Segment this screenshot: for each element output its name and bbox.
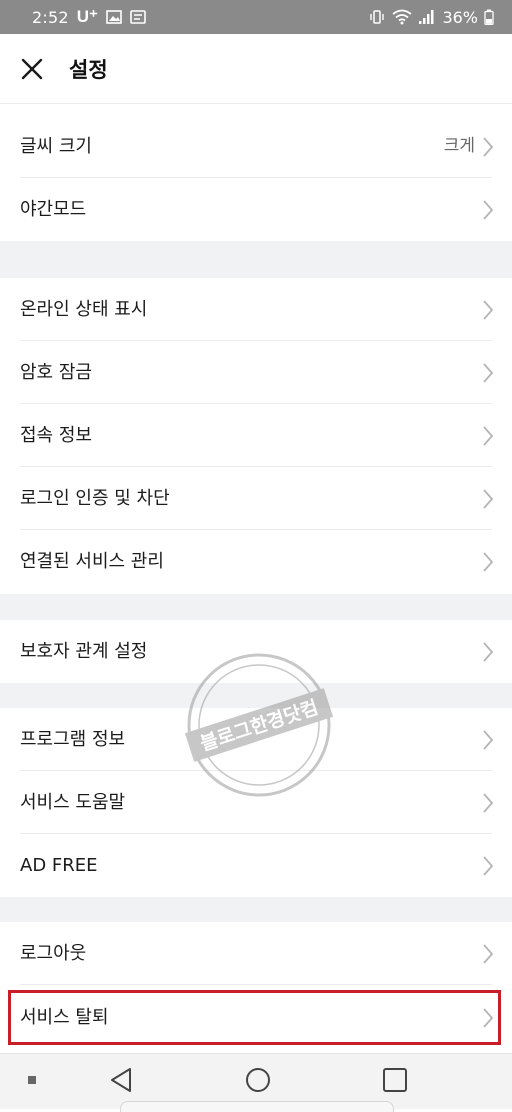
chevron-right-icon (483, 300, 494, 320)
page-title: 설정 (69, 57, 108, 82)
signal-icon (418, 9, 436, 25)
close-icon (21, 58, 43, 79)
gesture-handle (120, 1101, 394, 1112)
battery-icon (484, 9, 494, 25)
chevron-right-icon (483, 1008, 494, 1028)
row-label: 야간모드 (20, 199, 87, 220)
chevron-right-icon (483, 730, 494, 750)
settings-row-online-status[interactable]: 온라인 상태 표시 (0, 278, 512, 341)
status-bar-right: 36% (368, 8, 494, 27)
row-divider (20, 984, 492, 985)
row-label: 로그인 인증 및 차단 (20, 488, 170, 509)
system-nav-bar (0, 1053, 512, 1112)
section-gap (0, 683, 512, 708)
settings-row-font-size[interactable]: 글씨 크기 크게 (0, 115, 512, 178)
message-notification-icon (130, 10, 146, 24)
row-label: AD FREE (20, 855, 98, 876)
row-label: 서비스 탈퇴 (20, 1007, 109, 1028)
chevron-right-icon (483, 426, 494, 446)
chevron-right-icon (483, 944, 494, 964)
chevron-right-icon (483, 137, 494, 157)
settings-row-access-info[interactable]: 접속 정보 (0, 404, 512, 467)
row-label: 프로그램 정보 (20, 729, 126, 750)
settings-row-passcode-lock[interactable]: 암호 잠금 (0, 341, 512, 404)
section-gap (0, 594, 512, 620)
nav-dot-icon (28, 1076, 36, 1084)
row-label: 암호 잠금 (20, 362, 92, 383)
vibrate-icon (368, 9, 386, 25)
chevron-right-icon (483, 489, 494, 509)
row-value: 크게 (443, 136, 475, 156)
status-time: 2:52 (32, 7, 69, 27)
settings-row-ad-free[interactable]: AD FREE (0, 834, 512, 897)
settings-row-guardian[interactable]: 보호자 관계 설정 (0, 620, 512, 683)
row-label: 온라인 상태 표시 (20, 299, 148, 320)
row-label: 로그아웃 (20, 943, 87, 964)
back-icon[interactable] (108, 1066, 136, 1094)
settings-row-connected-services[interactable]: 연결된 서비스 관리 (0, 530, 512, 593)
chevron-right-icon (483, 642, 494, 662)
home-icon[interactable] (244, 1066, 272, 1094)
row-label: 보호자 관계 설정 (20, 641, 148, 662)
recents-icon[interactable] (381, 1066, 409, 1094)
settings-row-service-help[interactable]: 서비스 도움말 (0, 771, 512, 834)
carrier-label: U⁺ (76, 7, 98, 26)
settings-row-program-info[interactable]: 프로그램 정보 (0, 708, 512, 771)
status-bar: 2:52 U⁺ 36% (0, 0, 512, 34)
battery-percent: 36% (442, 7, 478, 27)
settings-header: 설정 (0, 34, 512, 104)
row-label: 서비스 도움말 (20, 792, 126, 813)
chevron-right-icon (483, 856, 494, 876)
settings-row-login-auth[interactable]: 로그인 인증 및 차단 (0, 467, 512, 530)
chevron-right-icon (483, 200, 494, 220)
settings-row-withdraw[interactable]: 서비스 탈퇴 (0, 986, 512, 1049)
status-bar-left: 2:52 U⁺ (32, 7, 146, 27)
section-gap (0, 897, 512, 922)
close-button[interactable] (17, 54, 47, 84)
settings-row-night-mode[interactable]: 야간모드 (0, 178, 512, 241)
row-label: 연결된 서비스 관리 (20, 551, 164, 572)
settings-row-logout[interactable]: 로그아웃 (0, 922, 512, 985)
wifi-icon (392, 9, 412, 25)
row-label: 접속 정보 (20, 425, 92, 446)
row-label: 글씨 크기 (20, 136, 92, 157)
gallery-notification-icon (106, 10, 122, 24)
chevron-right-icon (483, 552, 494, 572)
chevron-right-icon (483, 363, 494, 383)
chevron-right-icon (483, 793, 494, 813)
section-gap (0, 241, 512, 278)
